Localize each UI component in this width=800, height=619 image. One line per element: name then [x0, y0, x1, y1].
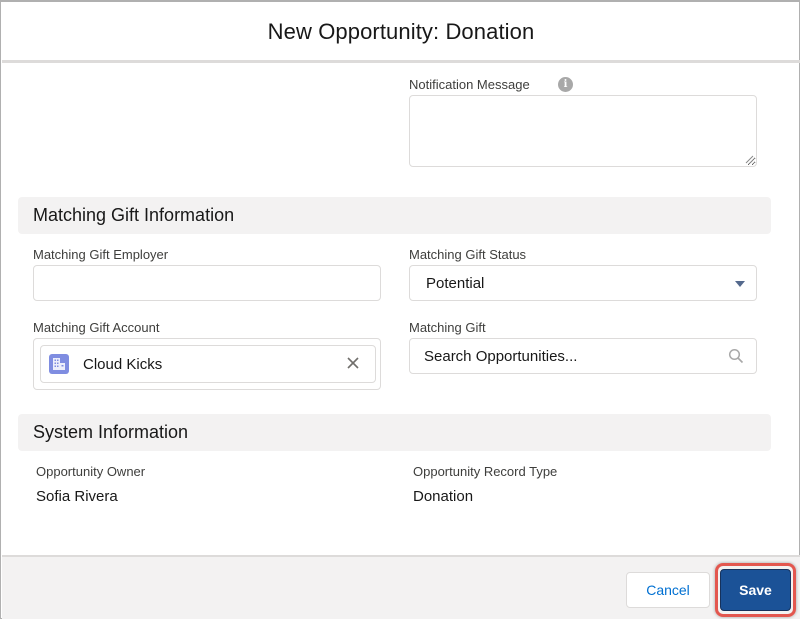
resize-grip-icon[interactable] — [745, 155, 754, 164]
matching-gift-account-lookup[interactable]: Cloud Kicks — [33, 338, 381, 390]
notification-message-textarea[interactable] — [409, 95, 757, 167]
matching-gift-search-placeholder: Search Opportunities... — [424, 347, 578, 365]
selected-account-pill[interactable]: Cloud Kicks — [40, 345, 376, 383]
cancel-button[interactable]: Cancel — [626, 572, 710, 608]
account-icon — [49, 354, 69, 374]
notification-message-label: Notification Message — [409, 77, 530, 92]
chevron-down-icon — [735, 281, 745, 287]
matching-gift-status-value: Potential — [426, 274, 485, 292]
modal-title: New Opportunity: Donation — [267, 19, 535, 44]
section-header-matching-gift: Matching Gift Information — [18, 197, 771, 234]
modal-header: New Opportunity: Donation — [2, 4, 800, 63]
close-icon[interactable] — [345, 355, 361, 371]
record-type-label: Opportunity Record Type — [413, 464, 558, 479]
save-button[interactable]: Save — [720, 569, 791, 611]
opportunity-owner-value: Sofia Rivera — [36, 488, 118, 505]
matching-gift-account-label: Matching Gift Account — [33, 320, 160, 335]
matching-gift-label: Matching Gift — [409, 320, 486, 335]
matching-gift-employer-input[interactable] — [33, 265, 381, 301]
search-icon — [728, 348, 744, 364]
opportunity-owner-label: Opportunity Owner — [36, 464, 146, 479]
matching-gift-status-select[interactable]: Potential — [409, 265, 757, 301]
matching-gift-employer-label: Matching Gift Employer — [33, 247, 169, 262]
selected-account-name: Cloud Kicks — [83, 356, 163, 373]
record-type-value: Donation — [413, 488, 474, 505]
matching-gift-status-label: Matching Gift Status — [409, 247, 527, 262]
modal: New Opportunity: Donation Notification M… — [0, 0, 800, 619]
matching-gift-search-input[interactable]: Search Opportunities... — [409, 338, 757, 374]
section-header-system-info: System Information — [18, 414, 771, 451]
info-icon[interactable]: i — [558, 77, 573, 92]
